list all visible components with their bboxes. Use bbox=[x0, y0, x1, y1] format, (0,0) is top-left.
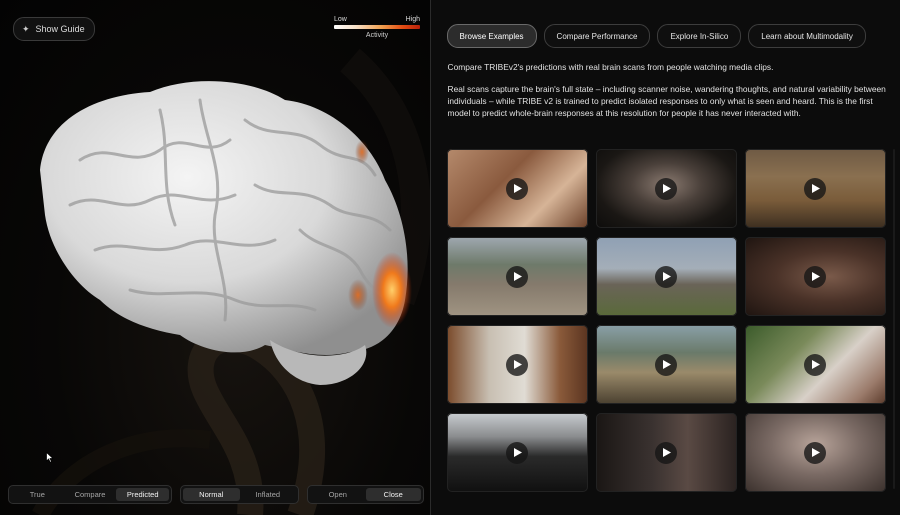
mouse-cursor-icon bbox=[46, 452, 54, 463]
video-thumbnail[interactable] bbox=[744, 237, 886, 316]
view-mode-true[interactable]: True bbox=[11, 488, 64, 501]
brain-3d-model[interactable] bbox=[0, 0, 430, 515]
intro-paragraph-1: Compare TRIBEv2's predictions with real … bbox=[447, 62, 774, 72]
content-panel: Browse Examples Compare Performance Expl… bbox=[430, 0, 900, 515]
legend-color-bar bbox=[334, 25, 420, 29]
video-thumbnail[interactable] bbox=[744, 149, 886, 228]
mode-open[interactable]: Open bbox=[310, 488, 366, 501]
mode-close[interactable]: Close bbox=[365, 488, 421, 501]
legend-range: Low High bbox=[334, 16, 420, 23]
video-thumbnail[interactable] bbox=[595, 237, 737, 316]
show-guide-button[interactable]: ✦ Show Guide bbox=[13, 17, 95, 41]
legend-title: Activity bbox=[365, 32, 389, 39]
play-icon[interactable] bbox=[655, 441, 678, 464]
play-icon[interactable] bbox=[655, 177, 678, 200]
show-guide-label: Show Guide bbox=[35, 24, 85, 34]
play-icon[interactable] bbox=[804, 177, 827, 200]
video-thumbnail[interactable] bbox=[595, 325, 737, 404]
sparkle-icon: ✦ bbox=[22, 23, 30, 34]
view-mode-compare[interactable]: Compare bbox=[64, 488, 117, 501]
play-icon[interactable] bbox=[804, 265, 827, 288]
activity-legend: Low High Activity bbox=[334, 16, 420, 39]
tab-compare-performance[interactable]: Compare Performance bbox=[543, 24, 651, 48]
play-icon[interactable] bbox=[655, 353, 678, 376]
play-icon[interactable] bbox=[506, 353, 529, 376]
legend-low-label: Low bbox=[334, 16, 347, 23]
view-mode-predicted[interactable]: Predicted bbox=[116, 488, 170, 501]
play-icon[interactable] bbox=[506, 441, 529, 464]
play-icon[interactable] bbox=[804, 441, 827, 464]
open-close-toggle: Open Close bbox=[307, 485, 424, 504]
intro-paragraph-2: Real scans capture the brain's full stat… bbox=[447, 84, 886, 118]
tab-learn-multimodality[interactable]: Learn about Multimodality bbox=[748, 24, 866, 48]
video-thumbnail[interactable] bbox=[595, 413, 737, 492]
video-thumbnail[interactable] bbox=[446, 413, 588, 492]
surface-mode-normal[interactable]: Normal bbox=[183, 488, 240, 501]
top-tabs: Browse Examples Compare Performance Expl… bbox=[446, 24, 866, 48]
video-thumbnail[interactable] bbox=[446, 237, 588, 316]
tab-explore-in-silico[interactable]: Explore In-Silico bbox=[657, 24, 742, 48]
play-icon[interactable] bbox=[655, 265, 678, 288]
video-thumbnail[interactable] bbox=[595, 149, 737, 228]
surface-mode-inflated[interactable]: Inflated bbox=[240, 488, 297, 501]
intro-text: Compare TRIBEv2's predictions with real … bbox=[448, 61, 888, 129]
video-thumbnail[interactable] bbox=[446, 149, 588, 228]
video-thumbnail[interactable] bbox=[744, 325, 886, 404]
play-icon[interactable] bbox=[506, 265, 529, 288]
tab-browse-examples[interactable]: Browse Examples bbox=[446, 24, 537, 48]
video-thumbnail[interactable] bbox=[446, 325, 588, 404]
app: ✦ Show Guide Low High Activity True Comp… bbox=[0, 0, 900, 515]
play-icon[interactable] bbox=[506, 177, 529, 200]
brain-viewer-panel[interactable]: ✦ Show Guide Low High Activity True Comp… bbox=[0, 0, 431, 515]
legend-high-label: High bbox=[405, 16, 420, 23]
surface-mode-toggle: Normal Inflated bbox=[180, 485, 299, 504]
grid-scrollbar[interactable] bbox=[893, 149, 895, 489]
view-mode-toggle: True Compare Predicted bbox=[8, 485, 172, 504]
video-thumbnail[interactable] bbox=[744, 413, 886, 492]
video-grid bbox=[446, 149, 887, 492]
play-icon[interactable] bbox=[804, 353, 827, 376]
